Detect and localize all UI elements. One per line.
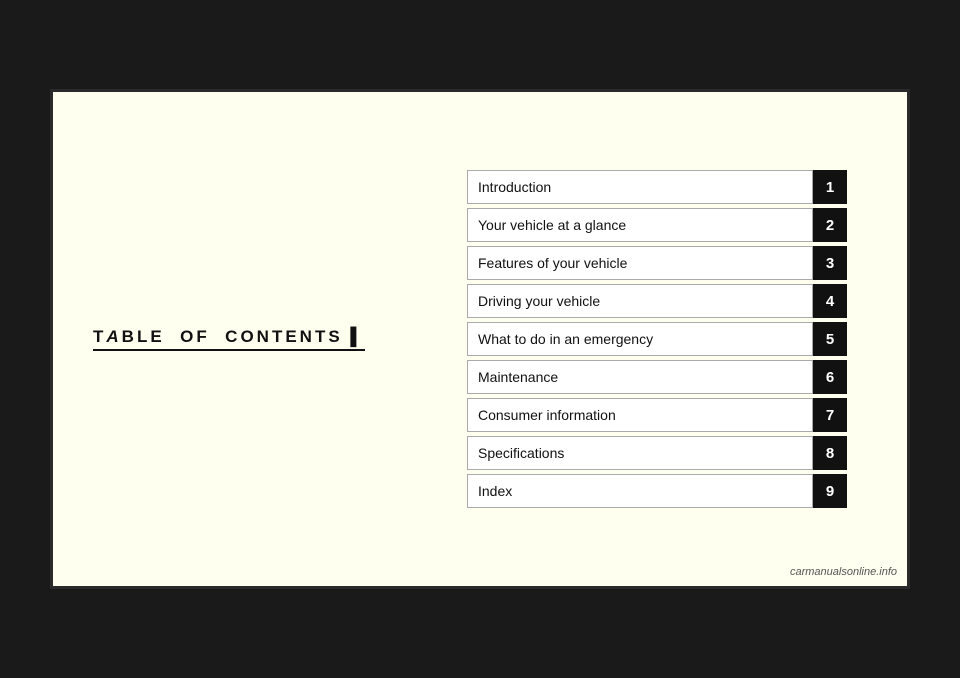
- toc-row[interactable]: Driving your vehicle4: [467, 284, 847, 318]
- toc-item-number: 6: [813, 360, 847, 394]
- toc-row[interactable]: Introduction1: [467, 170, 847, 204]
- toc-row[interactable]: Specifications8: [467, 436, 847, 470]
- toc-item-label: Consumer information: [467, 398, 813, 432]
- toc-item-label: Index: [467, 474, 813, 508]
- watermark: carmanualsonline.info: [790, 566, 897, 578]
- toc-item-label: What to do in an emergency: [467, 322, 813, 356]
- toc-row[interactable]: Features of your vehicle3: [467, 246, 847, 280]
- toc-item-label: Driving your vehicle: [467, 284, 813, 318]
- toc-row[interactable]: Consumer information7: [467, 398, 847, 432]
- toc-row[interactable]: What to do in an emergency5: [467, 322, 847, 356]
- toc-row[interactable]: Maintenance6: [467, 360, 847, 394]
- toc-item-label: Introduction: [467, 170, 813, 204]
- toc-item-number: 5: [813, 322, 847, 356]
- toc-item-label: Features of your vehicle: [467, 246, 813, 280]
- toc-item-number: 2: [813, 208, 847, 242]
- toc-item-label: Specifications: [467, 436, 813, 470]
- toc-title: TABLE OF CONTENTS ▌: [93, 327, 365, 351]
- toc-item-number: 3: [813, 246, 847, 280]
- toc-item-number: 7: [813, 398, 847, 432]
- toc-item-number: 8: [813, 436, 847, 470]
- page-container: TABLE OF CONTENTS ▌ Introduction1Your ve…: [50, 89, 910, 589]
- toc-content: Introduction1Your vehicle at a glance2Fe…: [467, 170, 847, 508]
- toc-item-number: 9: [813, 474, 847, 508]
- toc-item-label: Maintenance: [467, 360, 813, 394]
- toc-item-number: 4: [813, 284, 847, 318]
- toc-item-label: Your vehicle at a glance: [467, 208, 813, 242]
- toc-row[interactable]: Index9: [467, 474, 847, 508]
- toc-row[interactable]: Your vehicle at a glance2: [467, 208, 847, 242]
- toc-item-number: 1: [813, 170, 847, 204]
